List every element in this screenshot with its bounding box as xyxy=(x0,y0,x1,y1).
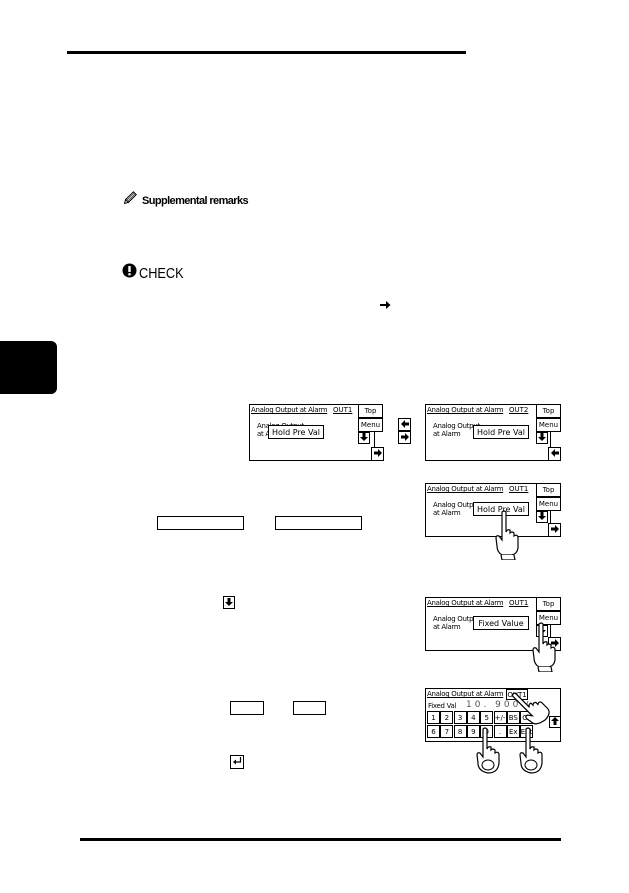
down-arrow-icon xyxy=(225,597,233,608)
top-button[interactable]: Top xyxy=(358,404,383,418)
down-arrow-icon xyxy=(538,432,546,444)
output-mode-value[interactable]: Fixed Value xyxy=(473,616,529,630)
chapter-tab-marker xyxy=(0,341,57,394)
right-arrow-icon xyxy=(400,432,409,443)
menu-button[interactable]: Menu xyxy=(536,497,561,511)
screen-title: Analog Output at Alarm xyxy=(251,406,328,414)
pencil-icon xyxy=(122,191,137,211)
keypad-key[interactable]: 4 xyxy=(466,711,480,724)
arrow-right-icon xyxy=(380,297,391,315)
header-rule xyxy=(67,51,466,54)
option-box-1 xyxy=(157,516,244,530)
next-arrow-button[interactable] xyxy=(371,447,384,461)
pointing-hand-icon xyxy=(530,622,560,677)
enter-icon xyxy=(232,757,242,767)
pointing-hand-icon xyxy=(493,510,523,565)
channel-label: OUT1 xyxy=(509,485,529,493)
option-box-2 xyxy=(275,516,362,530)
prev-arrow-legend xyxy=(398,418,411,431)
menu-button[interactable]: Menu xyxy=(536,418,561,432)
inline-down-arrow-box xyxy=(223,596,235,609)
screen-title: Analog Output at Alarm xyxy=(427,485,504,493)
prev-arrow-button[interactable] xyxy=(548,447,561,461)
menu-button[interactable]: Menu xyxy=(358,418,383,432)
next-arrow-button[interactable] xyxy=(548,523,561,537)
right-arrow-icon xyxy=(550,524,559,536)
screen-title: Analog Output at Alarm xyxy=(427,690,504,698)
check-title: CHECK xyxy=(139,264,184,282)
check-heading: CHECK xyxy=(122,263,192,283)
output-mode-value[interactable]: Hold Pre Val xyxy=(268,425,324,439)
channel-label: OUT2 xyxy=(509,406,529,414)
touch-panel-screen-out2: Analog Output at Alarm OUT2 Top Menu Ana… xyxy=(425,404,561,461)
exclamation-circle-icon xyxy=(122,263,137,283)
down-arrow-icon xyxy=(538,511,546,523)
inline-enter-box xyxy=(230,755,244,769)
right-arrow-icon xyxy=(373,448,382,460)
keypad-key[interactable]: 6 xyxy=(427,725,440,738)
key-box-1 xyxy=(230,701,264,715)
channel-label: OUT1 xyxy=(333,406,353,414)
down-arrow-icon xyxy=(360,432,368,444)
footer-rule xyxy=(80,838,561,841)
next-arrow-legend xyxy=(398,431,411,444)
down-arrow-button[interactable] xyxy=(536,432,548,444)
supplemental-remarks-title: Supplemental remarks xyxy=(142,195,249,207)
channel-label: OUT1 xyxy=(509,599,529,607)
keypad-key[interactable]: 5 xyxy=(480,711,494,724)
keypad-key[interactable]: 1 xyxy=(427,711,440,724)
down-arrow-button[interactable] xyxy=(536,511,548,523)
top-button[interactable]: Top xyxy=(536,404,561,418)
keypad-key[interactable]: +/- xyxy=(493,711,507,724)
screen-title: Analog Output at Alarm xyxy=(427,599,504,607)
top-button[interactable]: Top xyxy=(536,597,561,611)
touch-panel-screen-out1-touch: Analog Output at Alarm OUT1 Top Menu Ana… xyxy=(425,483,561,537)
supplemental-remarks-heading: Supplemental remarks xyxy=(122,191,249,211)
output-mode-value[interactable]: Hold Pre Val xyxy=(473,425,529,439)
fixed-val-label: Fixed Val xyxy=(428,702,457,710)
screen-title: Analog Output at Alarm xyxy=(427,406,504,414)
left-arrow-icon xyxy=(400,419,409,430)
key-box-2 xyxy=(293,701,326,715)
pointing-hand-icon xyxy=(474,727,504,780)
keypad-key[interactable]: 2 xyxy=(440,711,454,724)
keypad-key[interactable]: 3 xyxy=(453,711,467,724)
keypad-key[interactable]: 7 xyxy=(440,725,454,738)
down-arrow-button[interactable] xyxy=(358,432,370,444)
left-arrow-icon xyxy=(550,448,559,460)
keypad-key[interactable]: 8 xyxy=(453,725,467,738)
touch-panel-screen-out1: Analog Output at Alarm OUT1 Top Menu Ana… xyxy=(249,404,384,461)
top-button[interactable]: Top xyxy=(536,483,561,497)
pointing-hand-icon xyxy=(517,727,547,780)
